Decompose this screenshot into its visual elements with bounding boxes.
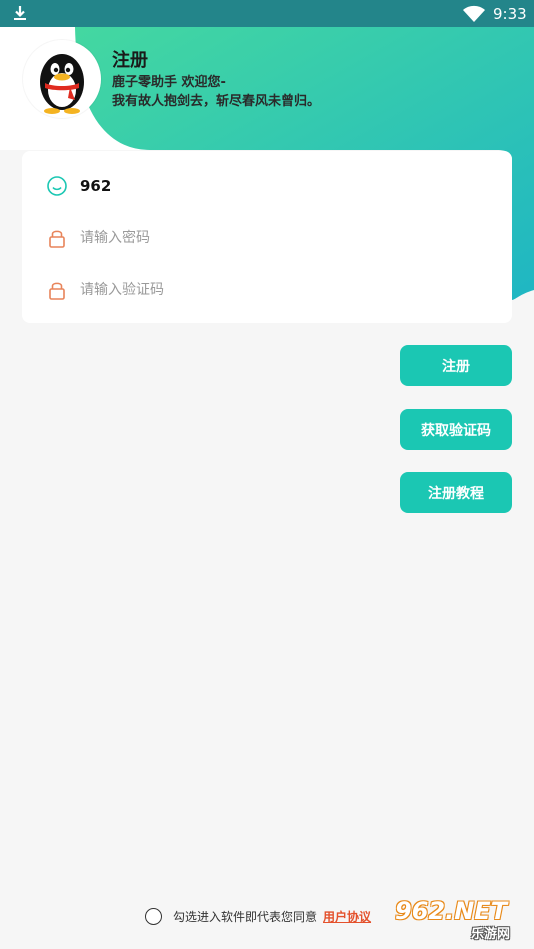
- password-field[interactable]: 请输入密码: [22, 218, 512, 258]
- penguin-avatar-icon: [40, 54, 84, 114]
- form-card: 962 请输入密码 请输入验证码: [22, 151, 512, 323]
- avatar[interactable]: [23, 40, 101, 118]
- username-value[interactable]: 962: [80, 176, 111, 196]
- watermark-sub: 乐游网: [471, 927, 511, 942]
- download-icon: [14, 6, 26, 20]
- status-bar: 9:33: [0, 0, 534, 27]
- slogan-text: 我有故人抱剑去，斩尽春风未曾归。: [112, 94, 321, 109]
- register-button[interactable]: 注册: [400, 345, 512, 386]
- lock-icon: [49, 230, 65, 248]
- agreement-text: 勾选进入软件即代表您同意: [173, 909, 318, 924]
- agreement-checkbox[interactable]: [145, 907, 162, 925]
- watermark-logo: 962.NET 乐游网: [395, 897, 529, 943]
- verification-code-field[interactable]: 请输入验证码: [22, 270, 512, 310]
- user-agreement-link[interactable]: 用户协议: [323, 908, 371, 925]
- tutorial-button[interactable]: 注册教程: [400, 472, 512, 513]
- agreement-row: 勾选进入软件即代表您同意 用户协议: [145, 906, 371, 926]
- welcome-text: 鹿子零助手 欢迎您-: [112, 75, 226, 90]
- verification-code-input[interactable]: 请输入验证码: [80, 280, 164, 300]
- password-input[interactable]: 请输入密码: [80, 228, 150, 248]
- page-title: 注册: [112, 50, 148, 71]
- wifi-icon: [463, 5, 485, 22]
- smile-icon: [47, 176, 67, 196]
- get-code-button[interactable]: 获取验证码: [400, 409, 512, 450]
- status-time: 9:33: [493, 5, 527, 23]
- lock-icon: [49, 282, 65, 300]
- username-field[interactable]: 962: [22, 166, 512, 206]
- watermark-main: 962.NET: [395, 897, 508, 925]
